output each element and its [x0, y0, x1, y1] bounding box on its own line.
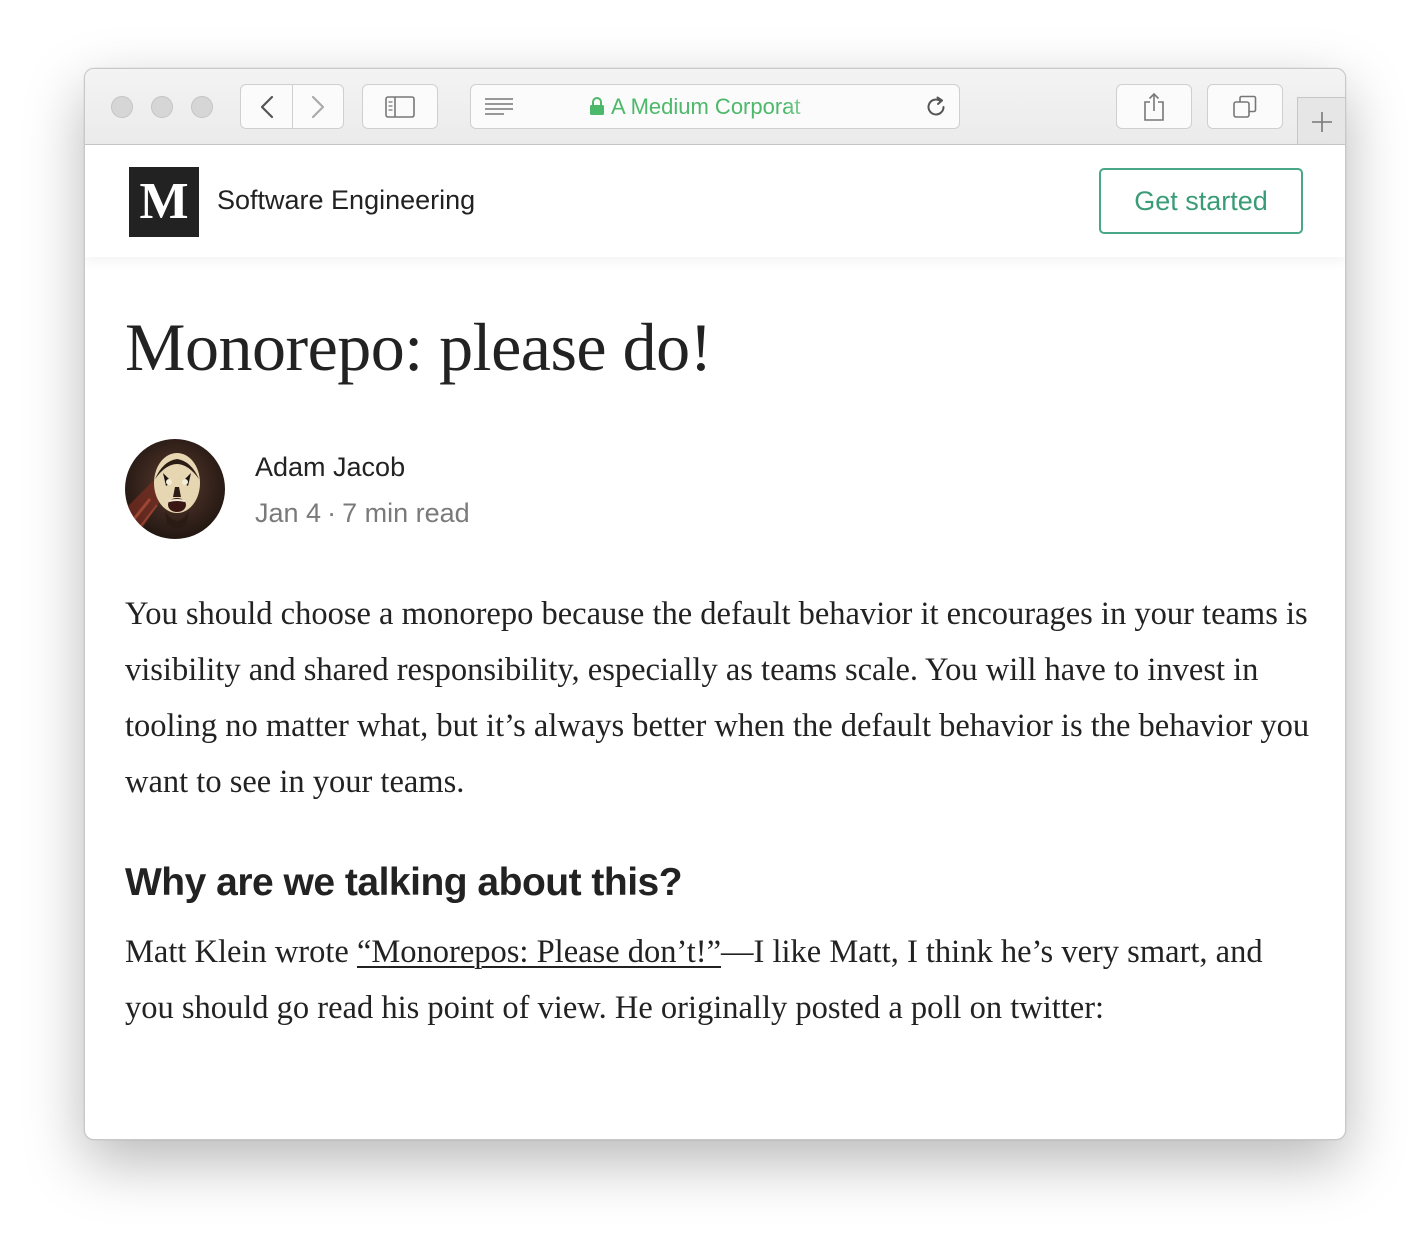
address-bar[interactable]: A Medium Corporat: [470, 84, 960, 129]
browser-toolbar: A Medium Corporat: [85, 69, 1345, 145]
plus-icon: [1312, 112, 1332, 132]
medium-logo[interactable]: M: [129, 167, 199, 237]
publish-date: Jan 4: [255, 498, 322, 528]
monorepos-please-dont-link[interactable]: “Monorepos: Please don’t!”: [357, 934, 721, 970]
tabs-icon: [1233, 95, 1257, 118]
share-icon: [1144, 92, 1164, 121]
close-window-button[interactable]: [111, 96, 133, 118]
sidebar-icon: [385, 95, 415, 118]
site-name: A Medium Corporat: [611, 95, 801, 119]
forward-button[interactable]: [292, 84, 344, 129]
reload-icon[interactable]: [923, 94, 949, 120]
meta-separator: ·: [327, 498, 337, 528]
new-tab-button[interactable]: [1297, 97, 1345, 144]
read-time: 7 min read: [342, 498, 470, 528]
intro-paragraph: You should choose a monorepo because the…: [125, 596, 1310, 800]
forward-icon: [311, 95, 325, 118]
author-avatar[interactable]: [125, 439, 225, 539]
share-button[interactable]: [1116, 84, 1192, 129]
logo-letter: M: [139, 173, 189, 230]
publication-header: M Software Engineering Get started: [85, 145, 1345, 257]
minimize-window-button[interactable]: [151, 96, 173, 118]
back-button[interactable]: [240, 84, 293, 129]
tabs-button[interactable]: [1207, 84, 1283, 129]
publication-name[interactable]: Software Engineering: [217, 184, 475, 216]
browser-window: A Medium Corporat M Software Engineering…: [84, 68, 1346, 1140]
address-text: A Medium Corporat: [589, 95, 834, 119]
reader-icon[interactable]: [484, 97, 514, 117]
lock-icon: [590, 97, 604, 115]
paragraph-text-before-link: Matt Klein wrote: [125, 934, 357, 970]
back-icon: [260, 95, 273, 118]
get-started-button[interactable]: Get started: [1099, 168, 1303, 234]
zoom-window-button[interactable]: [191, 96, 213, 118]
sidebar-button[interactable]: [362, 84, 438, 129]
author-name[interactable]: Adam Jacob: [255, 451, 405, 483]
article-title: Monorepo: please do!: [125, 309, 712, 385]
body-paragraph: Matt Klein wrote “Monorepos: Please don’…: [125, 924, 1310, 1036]
article-meta: Jan 4 · 7 min read: [255, 497, 470, 529]
section-heading: Why are we talking about this?: [125, 861, 683, 904]
